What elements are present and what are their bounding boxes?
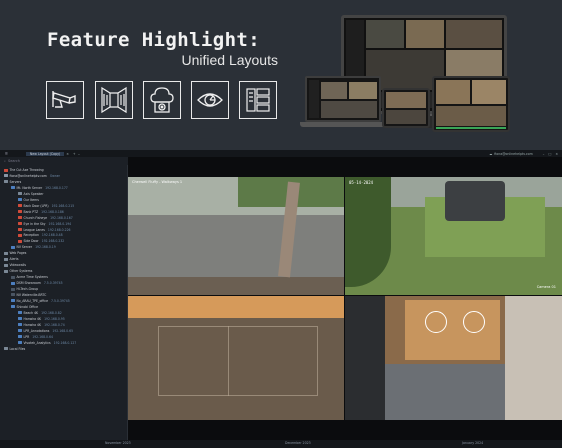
tree-item-address: 7.5.0.39745 bbox=[51, 298, 70, 303]
tree-item-label: Local Files bbox=[9, 346, 26, 351]
banner-subtitle: Unified Layouts bbox=[181, 52, 278, 68]
title-bar: ☰ New Layout (Copy) × + ⌄ ☁ fiona@online… bbox=[0, 150, 562, 157]
close-tab-icon[interactable]: × bbox=[66, 152, 69, 156]
resource-icon bbox=[18, 239, 22, 243]
cloud-icon: ☁ bbox=[489, 151, 493, 156]
camera-grid: Cherwell Fluffy - Walkways 1 05-14-2024 … bbox=[128, 157, 562, 440]
camera-tile-street[interactable]: Cherwell Fluffy - Walkways 1 bbox=[128, 177, 344, 295]
vms-client-window: ☰ New Layout (Copy) × + ⌄ ☁ fiona@online… bbox=[0, 150, 562, 448]
resource-icon bbox=[18, 192, 22, 196]
tree-item-address: 192.168.0.65 bbox=[52, 328, 74, 333]
resource-icon bbox=[11, 186, 15, 190]
resource-icon bbox=[18, 216, 22, 220]
tree-item-address: 192.168.0.177 bbox=[45, 185, 68, 190]
minimize-icon[interactable]: – bbox=[543, 152, 545, 156]
add-tab-icon[interactable]: + bbox=[73, 152, 76, 156]
resource-icon bbox=[18, 323, 22, 327]
feature-banner: Feature Highlight: Unified Layouts bbox=[0, 0, 562, 150]
camera-tile-backyard[interactable]: 05-14-2024 Camera 01 bbox=[345, 177, 562, 295]
resource-icon bbox=[4, 269, 8, 273]
resource-icon bbox=[11, 293, 15, 297]
multi-panel-layout-icon bbox=[239, 81, 277, 119]
search-bar[interactable]: ⌕ Search bbox=[0, 157, 128, 165]
maximize-icon[interactable]: □ bbox=[548, 152, 551, 156]
resource-tree: The Cut Axe Throwing fiona@onlinehelptv.c… bbox=[0, 165, 128, 440]
tree-item-address: 7.5.0.39745 bbox=[43, 281, 63, 286]
resource-icon bbox=[18, 341, 22, 345]
tablet-mockup bbox=[382, 88, 430, 128]
laptop-base bbox=[300, 122, 386, 127]
camera-label: Cherwell Fluffy - Walkways 1 bbox=[132, 180, 183, 184]
tree-item[interactable]: Local Files bbox=[4, 346, 25, 352]
resource-icon bbox=[18, 329, 22, 333]
resource-icon bbox=[4, 168, 8, 172]
timeline-month: November 2023 bbox=[105, 441, 131, 445]
search-input[interactable]: Search bbox=[8, 159, 20, 163]
tablet-large-mockup bbox=[432, 76, 510, 132]
resource-icon bbox=[18, 335, 22, 339]
resource-icon bbox=[18, 233, 22, 237]
resource-icon bbox=[4, 263, 8, 267]
resource-icon bbox=[4, 174, 8, 178]
resource-icon bbox=[18, 198, 22, 202]
resource-icon bbox=[11, 299, 15, 303]
perspective-walls-icon bbox=[95, 81, 133, 119]
tree-item-address: 192.168.0.127 bbox=[53, 340, 77, 345]
video-storage-icon bbox=[143, 81, 181, 119]
main-menu-icon[interactable]: ☰ bbox=[5, 152, 8, 156]
tab-menu-icon[interactable]: ⌄ bbox=[78, 152, 81, 156]
camera-tile-lanes[interactable] bbox=[128, 296, 344, 420]
resource-icon bbox=[4, 180, 8, 184]
timeline-month: January 2024 bbox=[462, 441, 484, 445]
resource-icon bbox=[4, 257, 8, 261]
resource-icon bbox=[4, 251, 8, 255]
resource-icon bbox=[11, 275, 15, 279]
resource-icon bbox=[11, 287, 15, 291]
user-account[interactable]: fiona@onlinehelptv.com bbox=[494, 152, 532, 156]
resource-icon bbox=[18, 317, 22, 321]
resource-icon bbox=[18, 210, 22, 214]
resource-icon bbox=[18, 228, 22, 231]
resource-icon bbox=[18, 311, 22, 315]
camera-tile-targets[interactable] bbox=[345, 296, 562, 420]
timeline-month: December 2023 bbox=[285, 441, 311, 445]
timeline[interactable]: November 2023 December 2023 January 2024 bbox=[0, 440, 562, 448]
camera-name-overlay: Camera 01 bbox=[536, 285, 556, 289]
eye-analytics-icon bbox=[191, 81, 229, 119]
resource-icon bbox=[11, 305, 15, 309]
resource-icon bbox=[11, 281, 15, 285]
banner-title: Feature Highlight: bbox=[47, 29, 261, 51]
tree-item-label: Vivotek_Analytics bbox=[23, 340, 51, 345]
camera-timestamp: 05-14-2024 bbox=[349, 180, 374, 185]
tree-item-address: Owner bbox=[49, 173, 60, 178]
laptop-mockup bbox=[305, 76, 381, 122]
tree-item-address: 192.168.0.19 bbox=[35, 245, 56, 250]
tree-item[interactable]: Vivotek_Analytics 192.168.0.127 bbox=[18, 340, 76, 346]
layout-tab[interactable]: New Layout (Copy) bbox=[25, 151, 65, 156]
search-icon: ⌕ bbox=[4, 159, 6, 163]
resource-icon bbox=[11, 245, 15, 249]
resource-icon bbox=[18, 204, 22, 208]
cctv-camera-icon bbox=[46, 81, 84, 119]
resource-icon bbox=[18, 222, 22, 226]
close-window-icon[interactable]: × bbox=[555, 152, 558, 156]
resource-icon bbox=[4, 347, 8, 350]
